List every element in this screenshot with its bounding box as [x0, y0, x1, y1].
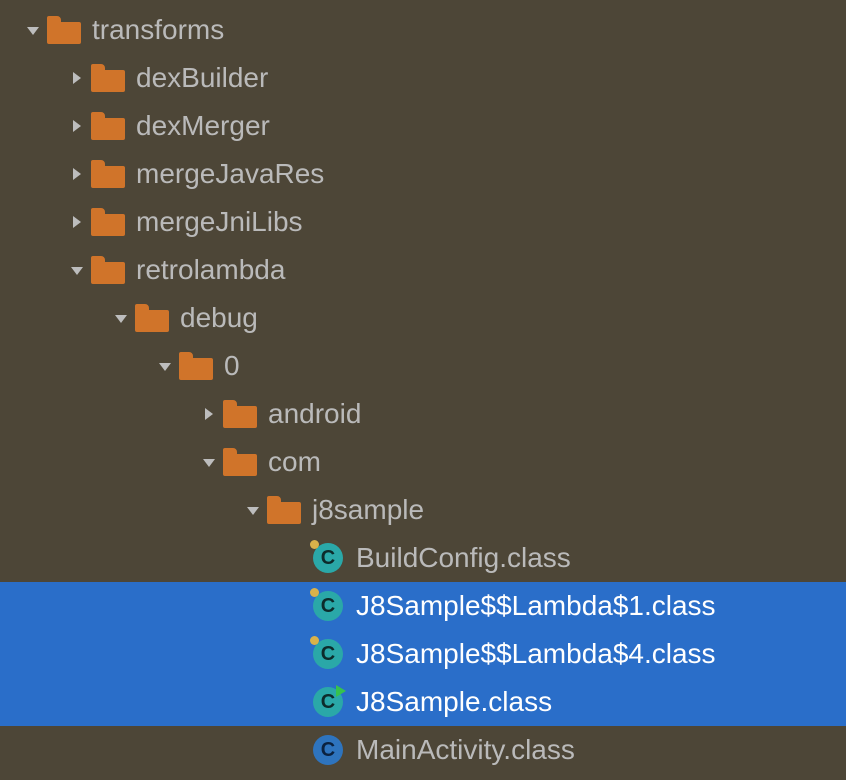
folder-icon: [46, 16, 82, 44]
tree-item-label: dexBuilder: [136, 64, 268, 92]
folder-icon: [90, 112, 126, 140]
tree-item-label: android: [268, 400, 361, 428]
tree-item-label: com: [268, 448, 321, 476]
folder-icon: [222, 400, 258, 428]
tree-row[interactable]: dexBuilder: [0, 54, 846, 102]
tree-item-label: 0: [224, 352, 240, 380]
class-icon: C: [310, 639, 346, 669]
tree-item-label: j8sample: [312, 496, 424, 524]
tree-item-label: MainActivity.class: [356, 736, 575, 764]
tree-item-label: J8Sample$$Lambda$1.class: [356, 592, 716, 620]
project-tree[interactable]: transforms dexBuilder dexMerger mergeJavaRe…: [0, 0, 846, 774]
chevron-down-icon[interactable]: [20, 22, 46, 38]
tree-item-label: J8Sample$$Lambda$4.class: [356, 640, 716, 668]
tree-row[interactable]: mergeJniLibs: [0, 198, 846, 246]
tree-item-label: retrolambda: [136, 256, 285, 284]
folder-icon: [90, 160, 126, 188]
chevron-down-icon[interactable]: [64, 262, 90, 278]
tree-row[interactable]: debug: [0, 294, 846, 342]
folder-icon: [266, 496, 302, 524]
class-icon: C: [310, 591, 346, 621]
tree-item-label: transforms: [92, 16, 224, 44]
tree-row[interactable]: transforms: [0, 6, 846, 54]
tree-row[interactable]: C MainActivity.class: [0, 726, 846, 774]
tree-item-label: J8Sample.class: [356, 688, 552, 716]
chevron-down-icon[interactable]: [240, 502, 266, 518]
tree-row[interactable]: mergeJavaRes: [0, 150, 846, 198]
chevron-right-icon[interactable]: [64, 118, 90, 134]
tree-item-label: mergeJavaRes: [136, 160, 324, 188]
tree-row[interactable]: C J8Sample$$Lambda$1.class: [0, 582, 846, 630]
tree-row[interactable]: com: [0, 438, 846, 486]
class-icon: C: [310, 543, 346, 573]
tree-row[interactable]: android: [0, 390, 846, 438]
folder-icon: [90, 256, 126, 284]
tree-row[interactable]: dexMerger: [0, 102, 846, 150]
class-icon: C: [310, 687, 346, 717]
folder-icon: [134, 304, 170, 332]
folder-icon: [90, 208, 126, 236]
tree-item-label: dexMerger: [136, 112, 270, 140]
tree-item-label: mergeJniLibs: [136, 208, 303, 236]
folder-icon: [222, 448, 258, 476]
chevron-right-icon[interactable]: [64, 166, 90, 182]
folder-icon: [90, 64, 126, 92]
tree-row[interactable]: j8sample: [0, 486, 846, 534]
tree-row[interactable]: C BuildConfig.class: [0, 534, 846, 582]
tree-item-label: debug: [180, 304, 258, 332]
chevron-down-icon[interactable]: [152, 358, 178, 374]
tree-row[interactable]: C J8Sample$$Lambda$4.class: [0, 630, 846, 678]
chevron-right-icon[interactable]: [64, 214, 90, 230]
chevron-right-icon[interactable]: [64, 70, 90, 86]
tree-row[interactable]: retrolambda: [0, 246, 846, 294]
class-icon: C: [310, 735, 346, 765]
folder-icon: [178, 352, 214, 380]
tree-row[interactable]: C J8Sample.class: [0, 678, 846, 726]
chevron-right-icon[interactable]: [196, 406, 222, 422]
tree-item-label: BuildConfig.class: [356, 544, 571, 572]
chevron-down-icon[interactable]: [196, 454, 222, 470]
chevron-down-icon[interactable]: [108, 310, 134, 326]
tree-row[interactable]: 0: [0, 342, 846, 390]
